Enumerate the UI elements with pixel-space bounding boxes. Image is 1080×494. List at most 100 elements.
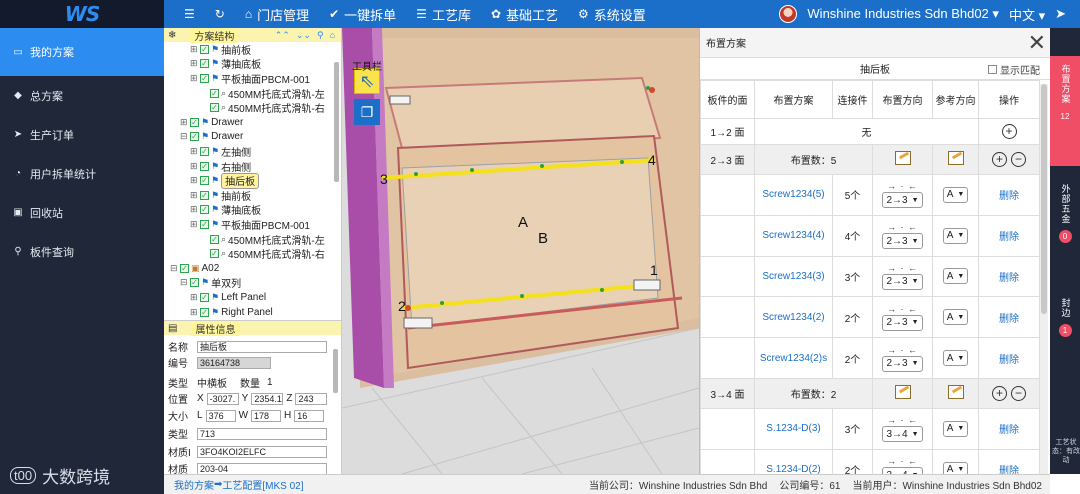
add-icon[interactable]: + [992, 385, 1007, 401]
tree-checkbox[interactable]: ✓ [180, 263, 189, 273]
expand-icon[interactable]: ⊞ [190, 219, 198, 230]
sidebar-item-4[interactable]: ▣ 回收站 [0, 193, 164, 232]
tree-node[interactable]: ✓ ⌕ 450MM托底式滑轨-右 [200, 100, 325, 115]
reference-select[interactable]: A ▼ [942, 227, 969, 244]
direction-select[interactable]: 2→3 ▼ [882, 233, 923, 250]
expand-icon[interactable]: ⊞ [190, 307, 198, 318]
close-icon[interactable]: ✕ [1028, 31, 1046, 54]
nav-item-4[interactable]: ☰ 工艺库 [406, 0, 481, 28]
add-icon[interactable]: + [992, 152, 1007, 167]
tree-node[interactable]: ⊞ ✓ ⚑ 抽前板 [190, 42, 251, 57]
tree-checkbox[interactable]: ✓ [200, 292, 209, 302]
attr-material-id-field[interactable]: 3FO4KOI2ELFC [197, 445, 327, 458]
tree-node[interactable]: ✓ ⌕ 450MM托底式滑轨-左 [200, 232, 325, 247]
attr-type2-field[interactable]: 713 [197, 427, 327, 440]
direction-select[interactable]: 2→3 ▼ [882, 314, 923, 331]
layout-link[interactable]: Screw1234(5) [762, 189, 824, 200]
tree-checkbox[interactable]: ✓ [200, 205, 209, 215]
tree-node[interactable]: ⊞ ✓ ⚑ 左抽侧 [190, 144, 251, 159]
layout-link[interactable]: Screw1234(3) [762, 271, 824, 282]
tree-checkbox[interactable]: ✓ [210, 249, 219, 259]
direction-select[interactable]: 3→4▼ [882, 426, 923, 443]
layout-link[interactable]: Screw1234(4) [762, 230, 824, 241]
tree-node[interactable]: ⊟ ✓ ⚑ 单双列 [180, 276, 241, 290]
dialog-scroll-thumb[interactable] [1041, 84, 1047, 314]
tree-node[interactable]: ⊟ ✓ ▣ A02 [170, 261, 219, 276]
attr-pos-z-field[interactable]: 243 [295, 392, 328, 405]
delete-link[interactable]: 删除 [999, 355, 1019, 366]
sidebar-item-2[interactable]: ➤ 生产订单 [0, 115, 164, 154]
sidebar-item-1[interactable]: ◆ 总方案 [0, 76, 164, 115]
tree-node[interactable]: ⊞ ✓ ⚑ 右抽侧 [190, 159, 251, 174]
tree-checkbox[interactable]: ✓ [200, 73, 209, 83]
tree-node[interactable]: ✓ ⌕ 450MM托底式滑轨-左 [200, 86, 325, 101]
menu-button[interactable]: ☰ [174, 0, 205, 28]
tree-checkbox[interactable]: ✓ [190, 117, 199, 127]
tree-checkbox[interactable]: ✓ [210, 103, 219, 113]
attr-pos-x-field[interactable]: -3027. [206, 392, 239, 405]
expand-icon[interactable]: ⊞ [190, 190, 198, 201]
remove-icon[interactable]: − [1011, 152, 1026, 167]
remove-icon[interactable]: − [1011, 385, 1026, 401]
reference-select[interactable]: A ▼ [942, 309, 969, 326]
expand-icon[interactable]: ⊞ [190, 146, 198, 157]
tree-checkbox[interactable]: ✓ [200, 176, 209, 186]
tree-node[interactable]: ⊞ ✓ ⚑ Drawer [180, 115, 243, 130]
edit-icon[interactable] [947, 384, 964, 399]
expand-icon[interactable]: ⊞ [190, 204, 198, 215]
copy-tool-button[interactable]: ❐ [354, 99, 380, 125]
reference-select[interactable]: A ▼ [942, 268, 969, 285]
expand-icon[interactable]: ⊞ [190, 58, 198, 69]
breadcrumb-current[interactable]: 工艺配置[MKS 02] [222, 477, 303, 492]
checkbox-box[interactable] [988, 65, 997, 74]
tree-checkbox[interactable]: ✓ [200, 161, 209, 171]
reference-select[interactable]: A ▼ [942, 420, 969, 437]
right-tab-2[interactable]: 封边 1 [1050, 290, 1080, 380]
collapse-icon[interactable]: ⊟ [170, 263, 178, 274]
tree-node[interactable]: ⊞ ✓ ⚑ 平板抽面PBCM-001 [190, 71, 310, 86]
tree-scrollbar[interactable] [334, 62, 339, 182]
collapse-icon[interactable]: ⊟ [180, 131, 188, 142]
delete-link[interactable]: 删除 [999, 232, 1019, 243]
tree-checkbox[interactable]: ✓ [200, 219, 209, 229]
expand-all-icon[interactable]: ⌃⌃ [275, 30, 290, 41]
tree-checkbox[interactable]: ✓ [210, 234, 219, 244]
tree-checkbox[interactable]: ✓ [200, 190, 209, 200]
attribute-scrollbar[interactable] [333, 349, 338, 393]
expand-icon[interactable]: ⊞ [190, 292, 198, 303]
attr-size-l-field[interactable]: 376 [205, 409, 236, 422]
delete-link[interactable]: 删除 [999, 273, 1019, 284]
sidebar-item-0[interactable]: ▭ 我的方案 [0, 28, 164, 76]
tree-checkbox[interactable]: ✓ [200, 146, 209, 156]
attr-size-h-field[interactable]: 16 [294, 409, 325, 422]
delete-link[interactable]: 删除 [999, 314, 1019, 325]
expand-icon[interactable]: ⊞ [190, 44, 198, 55]
avatar[interactable] [779, 5, 798, 23]
tree-node[interactable]: ⊞ ✓ ⚑ 薄抽底板 [190, 57, 261, 71]
tree-checkbox[interactable]: ✓ [210, 88, 219, 98]
dialog-scrollbar[interactable] [1040, 84, 1048, 474]
breadcrumb-home[interactable]: 我的方案 [174, 477, 214, 492]
reference-select[interactable]: A ▼ [942, 186, 969, 203]
3d-viewport[interactable]: ⇖ ❐ 工具栏 A B 3 4 2 1 [342, 28, 699, 474]
expand-icon[interactable]: ⊞ [180, 117, 188, 128]
tree-node[interactable]: ⊞ ✓ ⚑ 抽前板 [190, 188, 251, 203]
expand-icon[interactable]: ⊞ [190, 73, 198, 84]
delete-link[interactable]: 删除 [999, 425, 1019, 436]
tree-checkbox[interactable]: ✓ [200, 59, 209, 69]
nav-item-6[interactable]: ⚙ 系统设置 [568, 0, 656, 28]
direction-select[interactable]: 2→3 ▼ [882, 192, 923, 209]
edit-icon[interactable] [894, 384, 911, 399]
nav-item-2[interactable]: ⌂ 门店管理 [235, 0, 319, 28]
expand-icon[interactable]: ⊞ [190, 175, 198, 186]
company-dropdown[interactable]: Winshine Industries Sdn Bhd02 ▾ [807, 6, 999, 22]
attr-pos-y-field[interactable]: 2354.1 [251, 392, 284, 405]
edit-icon[interactable] [947, 151, 964, 165]
tree-node[interactable]: ⊞ ✓ ⚑ Right Panel [190, 305, 273, 320]
direction-select[interactable]: 2→3 ▼ [882, 273, 923, 290]
nav-item-3[interactable]: ✔ 一键拆单 [319, 0, 406, 28]
tree-checkbox[interactable]: ✓ [200, 307, 209, 317]
sidebar-item-5[interactable]: ⚲ 板件查询 [0, 232, 164, 271]
tree-checkbox[interactable]: ✓ [190, 278, 199, 288]
right-tab-0[interactable]: 布置方案 12 [1050, 56, 1080, 166]
